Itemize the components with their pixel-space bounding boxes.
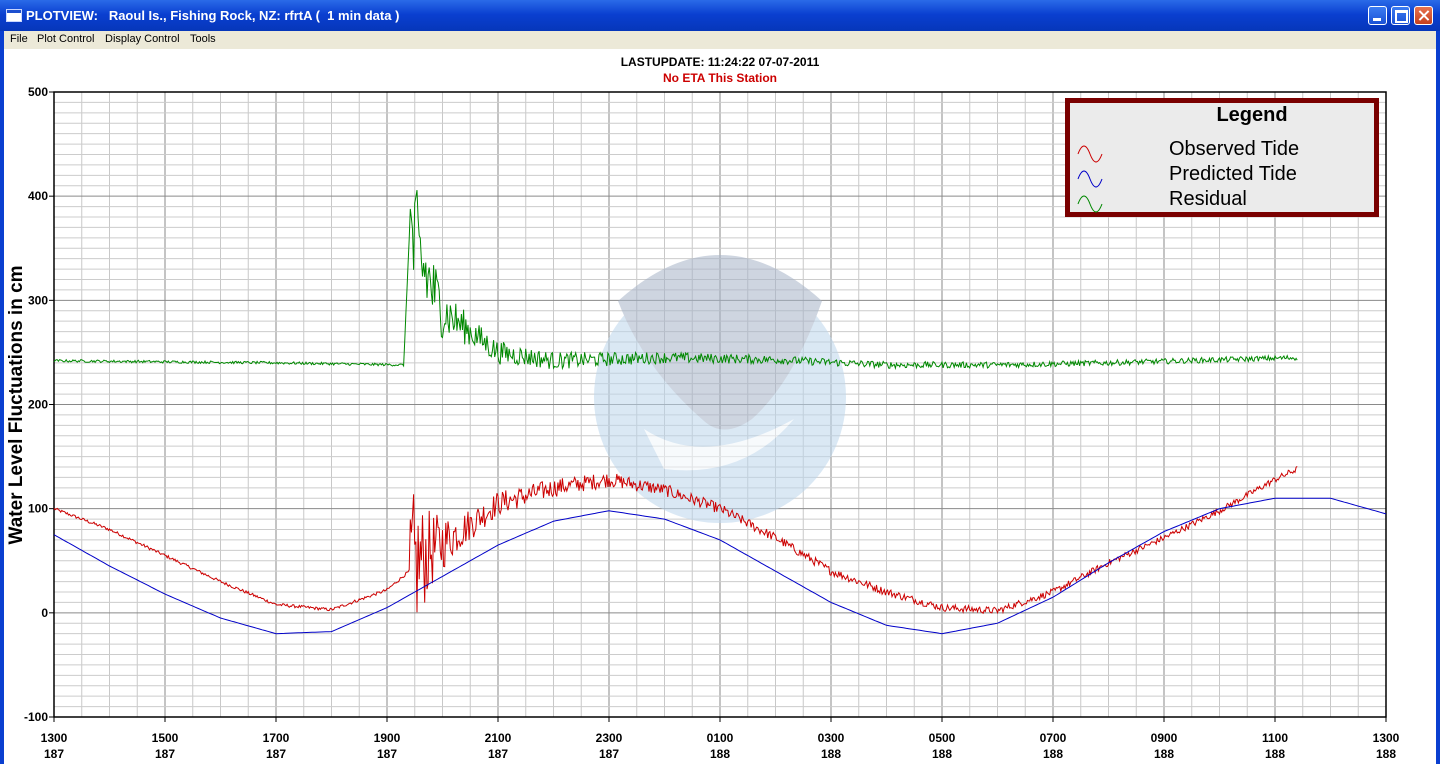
menu-tools[interactable]: Tools [190,33,216,45]
x-tick-time-label: 2300 [596,731,623,745]
y-tick-label: 0 [41,606,48,620]
x-tick-time-label: 1300 [41,731,68,745]
y-tick-label: 300 [28,293,48,307]
x-tick-day-label: 188 [1376,747,1396,761]
x-tick-time-label: 2100 [485,731,512,745]
x-tick-time-label: 0300 [818,731,845,745]
menu-plot-control[interactable]: Plot Control [37,33,94,45]
x-tick-day-label: 188 [1043,747,1063,761]
menu-bar: File Plot Control Display Control Tools [0,31,1440,49]
x-tick-day-label: 188 [821,747,841,761]
y-axis-ticks: -100 0 100 200 300 400 500 [24,85,54,724]
x-tick-day-label: 187 [155,747,175,761]
legend-entry-observed: Observed Tide [1169,138,1299,160]
legend-entry-residual: Residual [1169,188,1247,210]
minimize-button[interactable] [1368,6,1387,25]
menu-display-control[interactable]: Display Control [105,33,180,45]
x-tick-time-label: 1100 [1262,731,1288,745]
x-tick-day-label: 187 [266,747,286,761]
title-bar: PLOTVIEW: Raoul Is., Fishing Rock, NZ: r… [0,0,1440,32]
maximize-button[interactable] [1391,6,1410,25]
x-tick-day-label: 188 [1265,747,1285,761]
x-tick-day-label: 188 [1154,747,1174,761]
y-tick-label: 500 [28,85,48,99]
legend-entry-predicted: Predicted Tide [1169,163,1297,185]
window-frame-right [1436,31,1440,764]
x-tick-time-label: 1300 [1373,731,1400,745]
eta-status-label: No ETA This Station [663,71,777,85]
x-tick-time-label: 0500 [929,731,956,745]
x-tick-time-label: 0100 [707,731,734,745]
chart-legend: Legend Observed Tide Predicted Tide Resi… [1065,98,1379,217]
x-tick-time-label: 1900 [374,731,401,745]
y-tick-label: 200 [28,398,48,412]
x-tick-time-label: 0900 [1151,731,1178,745]
y-axis-title: Water Level Fluctuations in cm [6,265,27,544]
x-axis-ticks: 1300 187 1500 187 1700 187 1900 187 2100 187 2300 1… [41,717,1400,761]
x-tick-day-label: 188 [932,747,952,761]
y-tick-label: -100 [24,710,48,724]
x-tick-time-label: 0700 [1040,731,1067,745]
lastupdate-label: LASTUPDATE: 11:24:22 07-07-2011 [621,55,820,69]
y-tick-label: 400 [28,189,48,203]
x-tick-time-label: 1500 [152,731,179,745]
x-tick-day-label: 187 [599,747,619,761]
window-title: PLOTVIEW: Raoul Is., Fishing Rock, NZ: r… [26,8,400,23]
tide-chart: LASTUPDATE: 11:24:22 07-07-2011 No ETA T… [6,55,1400,761]
y-tick-label: 100 [28,502,48,516]
menu-file[interactable]: File [10,33,28,45]
app-window-icon[interactable] [6,9,22,22]
x-tick-day-label: 188 [710,747,730,761]
x-tick-day-label: 187 [377,747,397,761]
x-tick-day-label: 187 [488,747,508,761]
legend-title: Legend [1216,104,1287,126]
x-tick-day-label: 187 [44,747,64,761]
x-tick-time-label: 1700 [263,731,290,745]
close-button[interactable] [1414,6,1433,25]
